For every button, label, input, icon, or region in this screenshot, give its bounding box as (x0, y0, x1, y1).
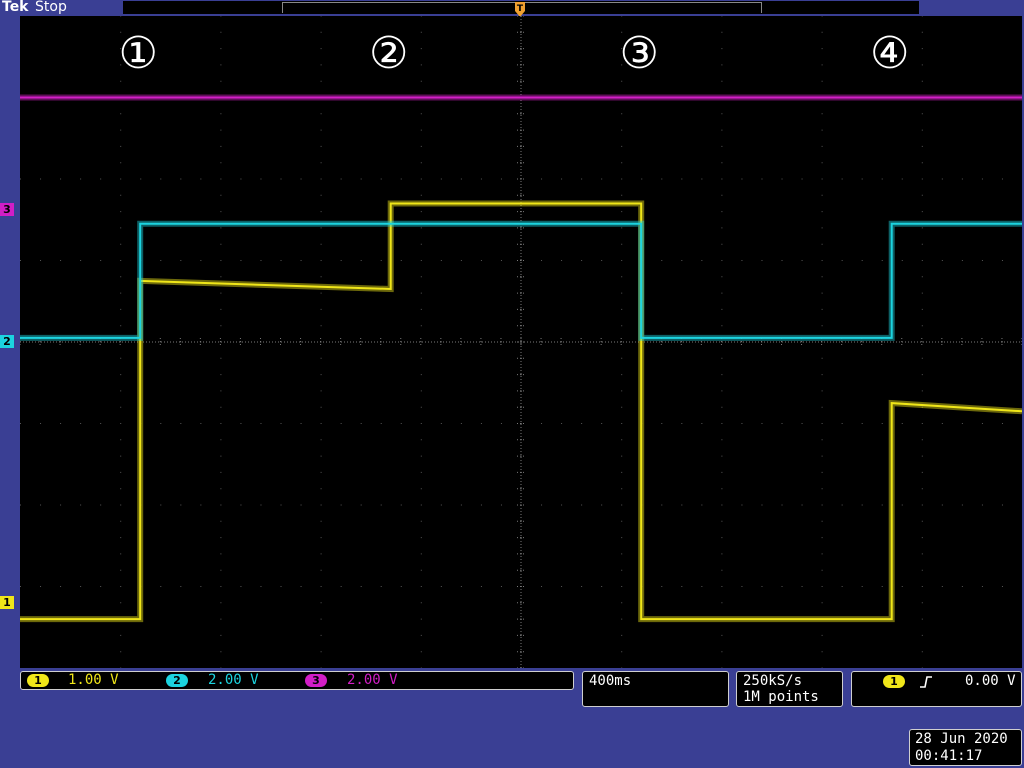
ch3-ground-marker[interactable]: 3 (0, 203, 14, 216)
ch2-badge[interactable]: 2 (166, 674, 188, 687)
acquisition-status: Stop (35, 0, 67, 15)
segment-label-4: ④ (870, 28, 909, 79)
date: 28 Jun 2020 (915, 731, 1008, 747)
acquisition-readout[interactable]: 250kS/s 1M points (736, 671, 843, 707)
ch2-ground-marker[interactable]: 2 (0, 335, 14, 348)
waveform-display[interactable]: ① ② ③ ④ (20, 16, 1022, 668)
ch1-badge[interactable]: 1 (27, 674, 49, 687)
timebase-value: 400ms (589, 673, 632, 689)
brand-label: Tek (2, 0, 29, 15)
timebase-readout[interactable]: 400ms (582, 671, 729, 707)
trigger-source-badge: 1 (883, 675, 905, 688)
channel-scale-bar: 1 1.00 V 2 2.00 V 3 2.00 V (20, 671, 574, 690)
trigger-marker-label: T (517, 4, 524, 14)
waveform-plot: ① ② ③ ④ (20, 16, 1022, 668)
record-length: 1M points (743, 689, 819, 705)
segment-label-1: ① (119, 28, 158, 79)
graticule-crosshair (20, 16, 1022, 668)
trigger-level: 0.00 V (965, 673, 1016, 689)
ch1-ground-marker[interactable]: 1 (0, 596, 14, 609)
segment-label-3: ③ (620, 28, 659, 79)
ch3-scale[interactable]: 2.00 V (347, 672, 398, 688)
segment-label-2: ② (369, 28, 408, 79)
sample-rate: 250kS/s (743, 673, 803, 689)
datetime-readout: 28 Jun 2020 00:41:17 (909, 729, 1022, 766)
ch3-badge[interactable]: 3 (305, 674, 327, 687)
status-bar: Tek Stop T (0, 0, 1024, 17)
rising-edge-icon (920, 676, 932, 688)
ch2-scale[interactable]: 2.00 V (208, 672, 259, 688)
trigger-readout[interactable]: 1 0.00 V (851, 671, 1022, 707)
time: 00:41:17 (915, 748, 983, 764)
ch1-scale[interactable]: 1.00 V (68, 672, 119, 688)
